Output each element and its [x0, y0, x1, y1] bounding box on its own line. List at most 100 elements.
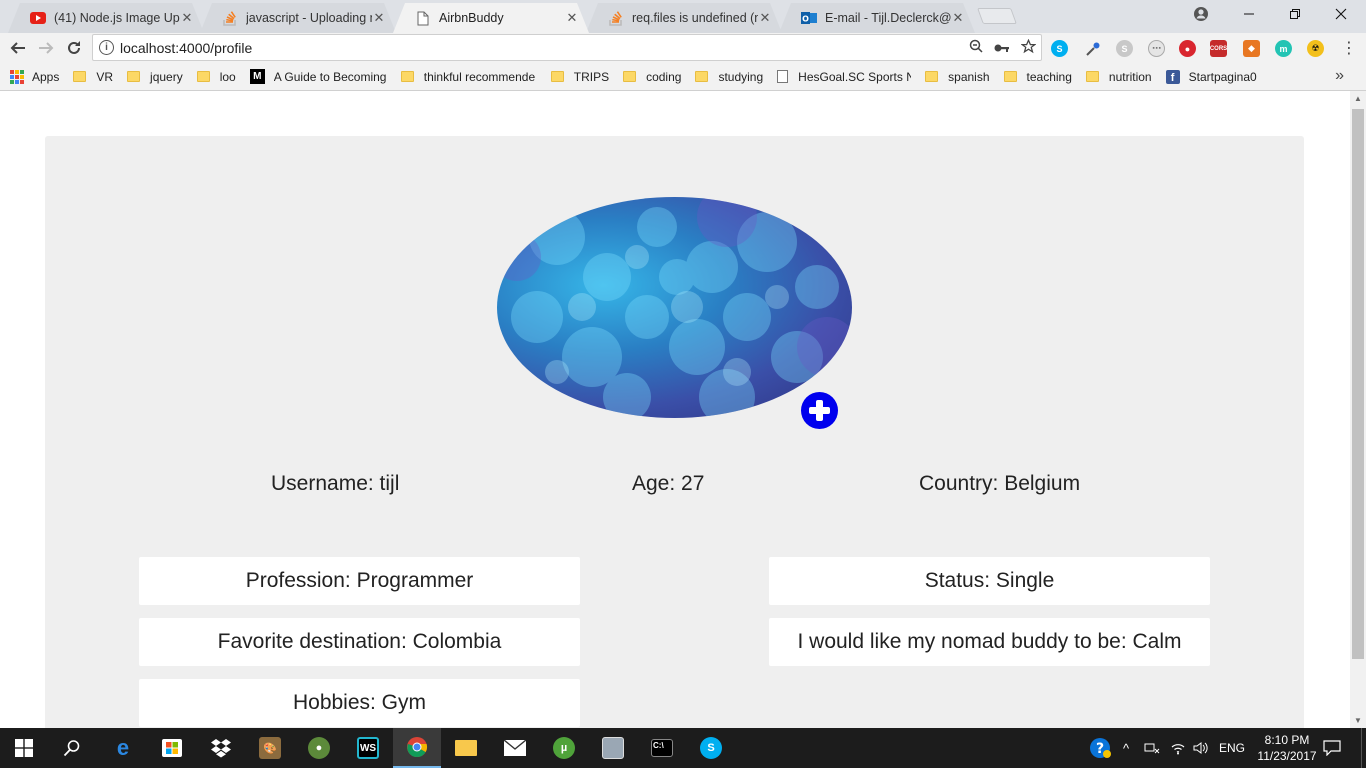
buddy-preference-field: I would like my nomad buddy to be: Calm — [769, 618, 1210, 666]
red-record-extension-icon[interactable]: ● — [1179, 40, 1196, 57]
page-viewport: Username: tijl Age: 27 Country: Belgium … — [0, 91, 1350, 728]
bookmark-vr[interactable]: VR — [73, 70, 113, 84]
page-scrollbar[interactable]: ▲ ▼ — [1350, 91, 1366, 728]
tab-email-outlook[interactable]: O E-mail - Tijl.Declerck@ou ✕ — [779, 3, 975, 33]
bookmark-star-icon[interactable] — [1015, 38, 1041, 57]
restore-icon[interactable] — [1272, 0, 1318, 28]
bookmark-thinkful[interactable]: thinkful recommende — [400, 70, 537, 84]
help-tray-icon[interactable]: ? — [1089, 728, 1111, 768]
taskbar-utorrent[interactable]: µ — [540, 728, 588, 768]
bookmark-label: TRIPS — [573, 69, 610, 84]
search-button[interactable] — [48, 728, 96, 768]
bookmark-apps[interactable]: Apps — [10, 69, 60, 84]
m-extension-icon[interactable]: m — [1275, 40, 1292, 57]
tab-title: (41) Node.js Image Uplo — [54, 11, 180, 25]
reload-icon[interactable] — [62, 36, 86, 60]
folder-icon — [925, 71, 939, 82]
forward-icon[interactable] — [34, 36, 58, 60]
address-bar[interactable]: i localhost:4000/profile — [92, 34, 1042, 61]
profile-icon[interactable] — [1178, 0, 1224, 28]
bookmark-label: Apps — [32, 69, 60, 84]
tab-airbnbuddy[interactable]: AirbnBuddy ✕ — [393, 3, 589, 33]
bookmark-studying[interactable]: studying — [695, 70, 763, 84]
bookmark-startpagina[interactable]: f Startpagina0 — [1165, 69, 1257, 84]
radiation-extension-icon[interactable]: ☢ — [1307, 40, 1324, 57]
profile-card: Username: tijl Age: 27 Country: Belgium … — [45, 136, 1304, 728]
windows-taskbar: e 🎨 ● WS µ C:\ S ? ^ ENG 8:10 PM 11/23/2… — [0, 728, 1366, 768]
tab-close-icon[interactable]: ✕ — [565, 10, 579, 26]
add-photo-button[interactable] — [801, 392, 838, 429]
tab-close-icon[interactable]: ✕ — [372, 10, 386, 26]
taskbar-app[interactable]: ● — [295, 728, 343, 768]
taskbar-mail[interactable] — [491, 728, 539, 768]
taskbar-paint[interactable]: 🎨 — [246, 728, 294, 768]
bookmark-teaching[interactable]: teaching — [1003, 70, 1072, 84]
taskbar-terminal[interactable]: C:\ — [638, 728, 686, 768]
taskbar-store[interactable] — [148, 728, 196, 768]
profile-picture — [497, 197, 852, 418]
taskbar-file-explorer[interactable] — [442, 728, 490, 768]
tab-nodejs-image-upload[interactable]: (41) Node.js Image Uplo ✕ — [8, 3, 204, 33]
system-clock[interactable]: 8:10 PM 11/23/2017 — [1256, 732, 1318, 764]
tab-req-files-undefined[interactable]: req.files is undefined (mu ✕ — [586, 3, 782, 33]
bookmark-jquery[interactable]: jquery — [127, 70, 183, 84]
youtube-icon — [30, 10, 46, 26]
url-text[interactable]: localhost:4000/profile — [120, 40, 963, 56]
dropbox-icon — [210, 737, 232, 759]
start-button[interactable] — [0, 728, 48, 768]
back-icon[interactable] — [6, 36, 30, 60]
apps-grid-icon — [10, 69, 24, 84]
minimize-icon[interactable] — [1226, 0, 1272, 28]
scroll-up-icon[interactable]: ▲ — [1354, 94, 1362, 103]
scroll-down-icon[interactable]: ▼ — [1354, 716, 1362, 725]
site-info-icon[interactable]: i — [99, 40, 114, 55]
tab-title: E-mail - Tijl.Declerck@ou — [825, 11, 951, 25]
taskbar-skype[interactable]: S — [687, 728, 735, 768]
bookmark-loo[interactable]: loo — [196, 70, 236, 84]
bookmark-label: studying — [718, 69, 764, 84]
zoom-icon[interactable] — [963, 39, 989, 56]
windows-logo-icon — [15, 739, 33, 757]
key-icon[interactable] — [989, 40, 1015, 56]
new-tab-button[interactable] — [977, 8, 1017, 24]
wifi-icon[interactable] — [1170, 728, 1186, 768]
close-window-icon[interactable] — [1318, 0, 1364, 28]
bookmarks-overflow-icon[interactable]: » — [1335, 67, 1344, 85]
skype-extension-icon[interactable]: S — [1051, 40, 1068, 57]
taskbar-webstorm[interactable]: WS — [344, 728, 392, 768]
stackoverflow-icon — [608, 10, 624, 26]
cors-extension-icon[interactable]: CORS — [1210, 40, 1227, 57]
volume-icon[interactable] — [1193, 728, 1209, 768]
language-indicator[interactable]: ENG — [1219, 728, 1245, 768]
show-desktop-button[interactable] — [1361, 728, 1366, 768]
circle-extension-icon[interactable]: ⋯ — [1148, 40, 1165, 57]
chevron-up-icon[interactable]: ^ — [1123, 728, 1129, 768]
bookmark-coding[interactable]: coding — [623, 70, 681, 84]
scrollbar-thumb[interactable] — [1352, 109, 1364, 659]
tab-close-icon[interactable]: ✕ — [951, 10, 965, 26]
box-extension-icon[interactable]: ◆ — [1243, 40, 1260, 57]
bookmark-hesgoal[interactable]: HesGoal.SC Sports N — [777, 70, 911, 84]
clock-date: 11/23/2017 — [1257, 749, 1317, 763]
taskbar-dropbox[interactable] — [197, 728, 245, 768]
notifications-icon[interactable] — [1323, 728, 1341, 768]
tab-close-icon[interactable]: ✕ — [180, 10, 194, 26]
taskbar-edge[interactable]: e — [99, 728, 147, 768]
bookmarks-bar: Apps VR jquery loo MA Guide to Becoming … — [0, 63, 1366, 91]
bookmark-trips[interactable]: TRIPS — [550, 69, 610, 84]
terminal-icon: C:\ — [651, 739, 673, 757]
hobbies-field: Hobbies: Gym — [139, 679, 580, 727]
tab-javascript-uploading[interactable]: javascript - Uploading m ✕ — [200, 3, 396, 33]
bookmark-guide-to-becoming[interactable]: M A Guide to Becoming — [249, 69, 387, 84]
eyedropper-extension-icon[interactable] — [1084, 40, 1101, 57]
network-icon[interactable] — [1144, 728, 1160, 768]
taskbar-remote-desktop[interactable] — [589, 728, 637, 768]
svg-text:?: ? — [1096, 741, 1104, 757]
chrome-menu-icon[interactable]: ⋮ — [1337, 36, 1361, 60]
bookmark-nutrition[interactable]: nutrition — [1085, 70, 1152, 84]
taskbar-chrome[interactable] — [393, 728, 441, 768]
bookmark-spanish[interactable]: spanish — [925, 70, 990, 84]
tab-close-icon[interactable]: ✕ — [758, 10, 772, 26]
skype-gray-extension-icon[interactable]: S — [1116, 40, 1133, 57]
browser-toolbar: i localhost:4000/profile S S ⋯ ● CORS ◆ … — [0, 33, 1366, 63]
